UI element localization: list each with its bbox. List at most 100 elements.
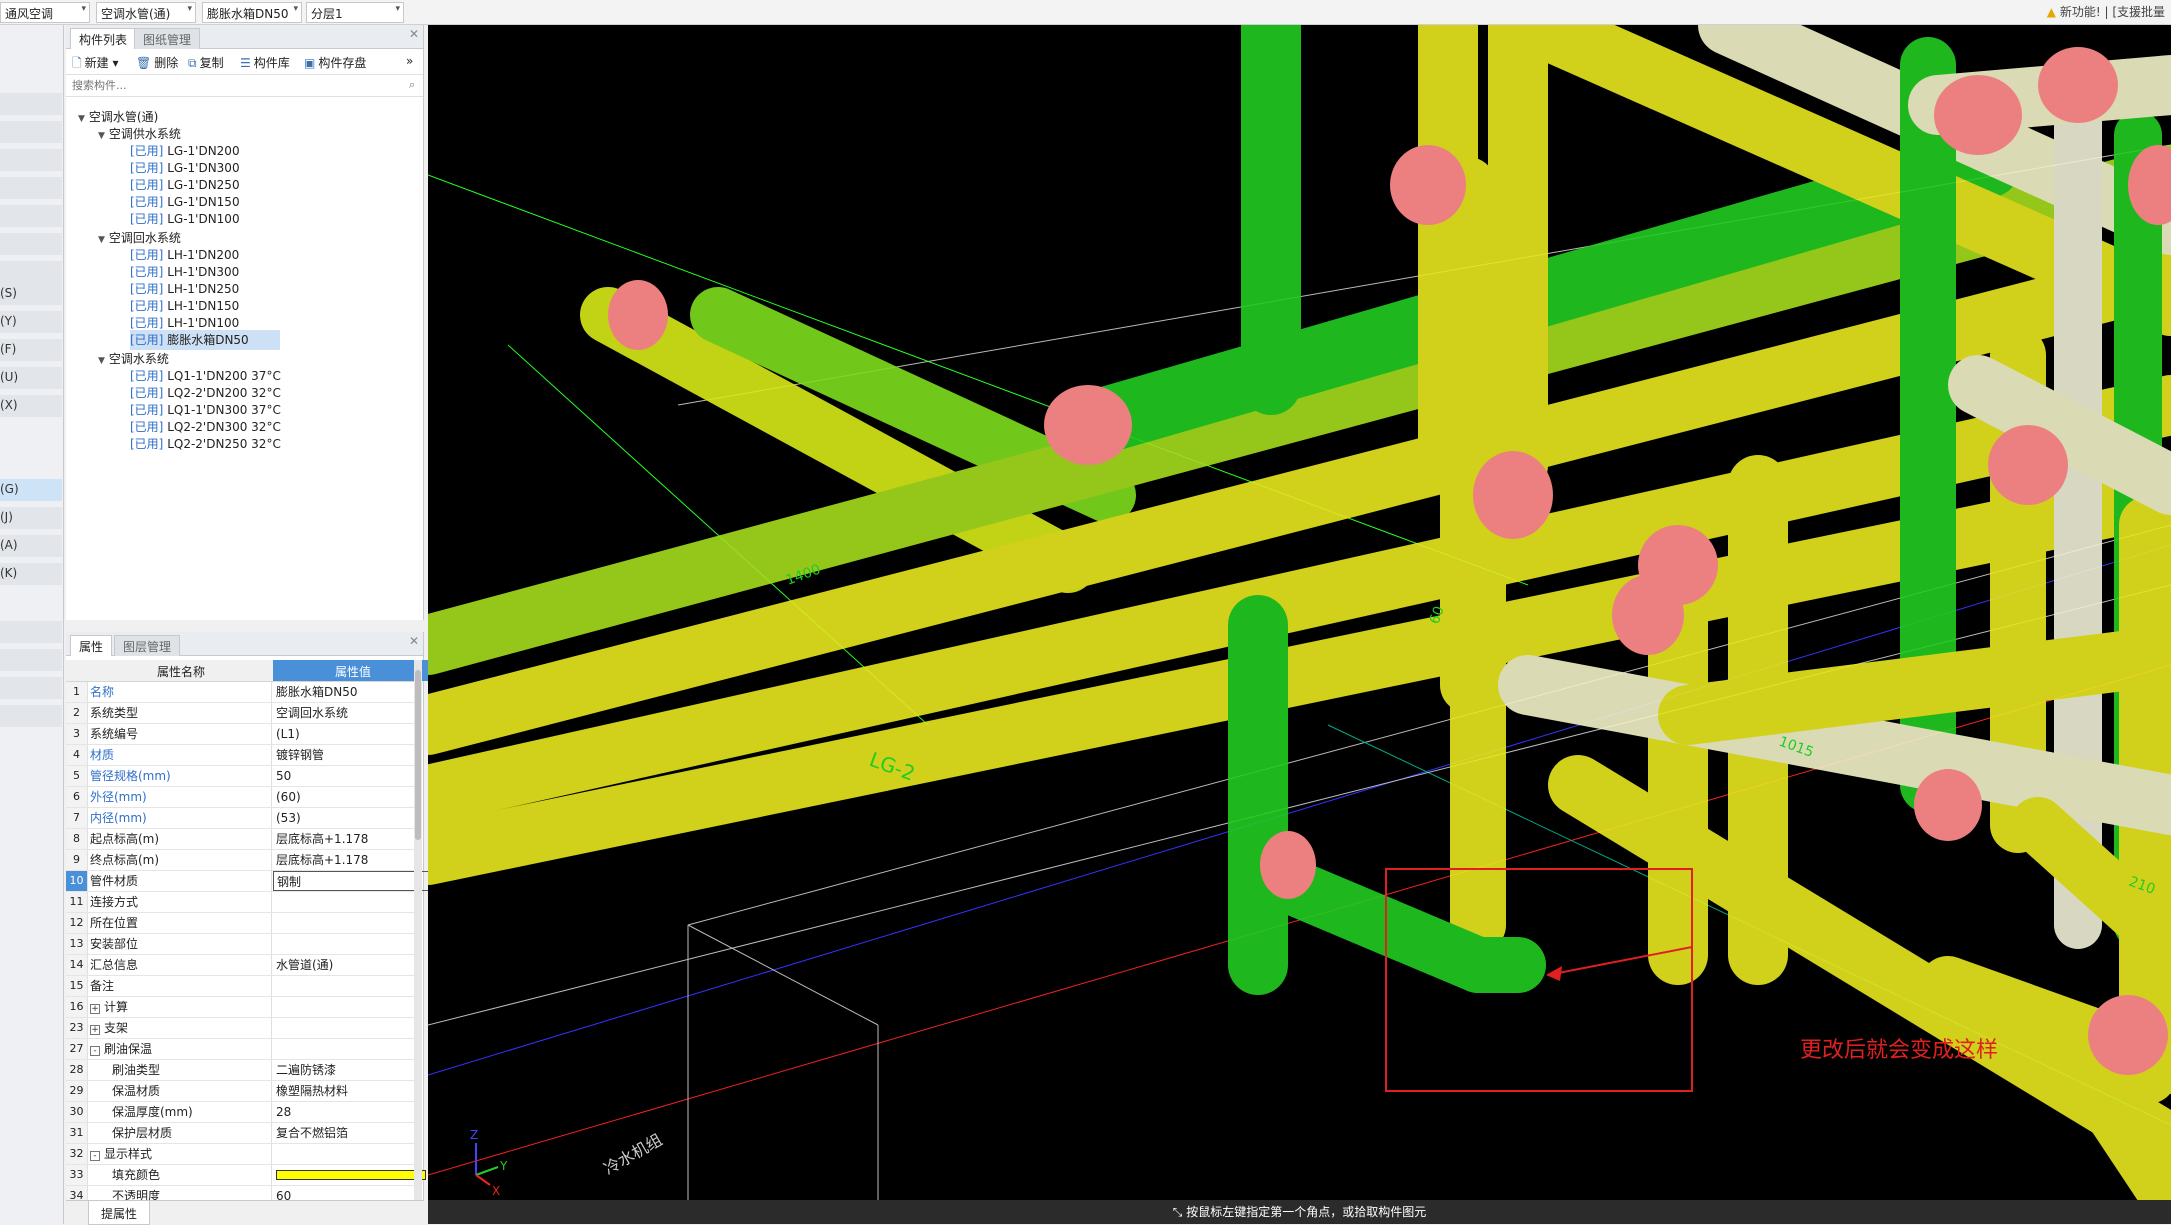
nav-row[interactable] <box>0 93 62 115</box>
property-row[interactable]: 7 内径(mm) (53) <box>66 808 460 829</box>
property-value[interactable] <box>273 913 433 933</box>
property-row[interactable]: 13 安装部位 <box>66 934 460 955</box>
expand-icon[interactable]: + <box>90 1025 100 1035</box>
property-value[interactable] <box>273 892 433 912</box>
property-value[interactable]: 28 <box>273 1102 433 1122</box>
property-row[interactable]: 8 起点标高(m) 层底标高+1.178 <box>66 829 460 850</box>
property-value[interactable]: 复合不燃铝箔 <box>273 1123 433 1143</box>
nav-item-y[interactable]: (Y) <box>0 311 62 333</box>
search-input[interactable] <box>66 75 406 95</box>
property-row[interactable]: 4 材质 镀锌钢管 <box>66 745 460 766</box>
property-row[interactable]: 5 管径规格(mm) 50 <box>66 766 460 787</box>
property-value[interactable]: 层底标高+1.178 <box>273 850 433 870</box>
property-row[interactable]: 12 所在位置 <box>66 913 460 934</box>
property-value[interactable]: 水管道(通) <box>273 955 433 975</box>
search-icon[interactable]: ⌕ <box>409 78 415 92</box>
nav-row[interactable] <box>0 233 62 255</box>
property-row[interactable]: 11 连接方式 <box>66 892 460 913</box>
property-value[interactable] <box>273 997 433 1017</box>
dropdown-component[interactable]: 膨胀水箱DN50 ▾ <box>202 2 302 23</box>
nav-row[interactable] <box>0 121 62 143</box>
property-value[interactable]: 二遍防锈漆 <box>273 1060 433 1080</box>
nav-row[interactable] <box>0 177 62 199</box>
property-value[interactable]: 层底标高+1.178 <box>273 829 433 849</box>
properties-scrollbar[interactable] <box>414 660 422 1200</box>
property-row[interactable]: 33 填充颜色 <box>66 1165 426 1186</box>
property-row[interactable]: 27- 刷油保温 <box>66 1039 414 1060</box>
tab-properties[interactable]: 属性 <box>70 635 113 656</box>
dropdown-type[interactable]: 空调水管(通) ▾ <box>96 2 196 23</box>
property-value[interactable] <box>273 1144 433 1164</box>
property-value[interactable]: 橡塑隔热材料 <box>273 1081 433 1101</box>
tab-drawing-management[interactable]: 图纸管理 <box>134 28 201 49</box>
property-row[interactable]: 30 保温厚度(mm) 28 <box>66 1102 460 1123</box>
library-button[interactable]: ☰ 构件库 <box>240 54 290 71</box>
nav-item-s[interactable]: (S) <box>0 283 62 305</box>
scrollbar-thumb[interactable] <box>415 670 421 840</box>
color-swatch[interactable] <box>276 1170 426 1180</box>
collapse-icon[interactable]: - <box>90 1151 100 1161</box>
nav-row[interactable] <box>0 149 62 171</box>
new-button[interactable]: 🗋 新建 ▾ <box>72 54 119 75</box>
property-value[interactable]: (53) <box>273 808 433 828</box>
nav-row[interactable] <box>0 649 62 671</box>
property-value[interactable] <box>273 1018 433 1038</box>
nav-item-f[interactable]: (F) <box>0 339 62 361</box>
3d-viewport[interactable]: LG-2 冷水机组 1400 1015 210 60 更改后就会变成这样 Z Y… <box>428 25 2171 1224</box>
delete-button[interactable]: 🗑 删除 <box>136 54 178 71</box>
nav-item-x[interactable]: (X) <box>0 395 62 417</box>
nav-item-a[interactable]: (A) <box>0 535 62 557</box>
property-row[interactable]: 3 系统编号 (L1) <box>66 724 460 745</box>
nav-row[interactable] <box>0 261 62 283</box>
property-value[interactable]: 50 <box>273 766 433 786</box>
property-row[interactable]: 15 备注 <box>66 976 460 997</box>
property-row[interactable]: 16 + 计算 <box>66 997 414 1018</box>
property-row[interactable]: 28 刷油类型 二遍防锈漆 <box>66 1060 460 1081</box>
nav-item-u[interactable]: (U) <box>0 367 62 389</box>
archive-button[interactable]: ▣ 构件存盘 <box>304 54 366 71</box>
property-row[interactable]: 32- 显示样式 <box>66 1144 414 1165</box>
copy-button[interactable]: ⧉ 复制 <box>188 54 224 71</box>
collapse-icon[interactable]: - <box>90 1046 100 1056</box>
property-row[interactable]: 9 终点标高(m) 层底标高+1.178 <box>66 850 460 871</box>
dropdown-floor[interactable]: 分层1 ▾ <box>306 2 404 23</box>
property-row[interactable]: 6 外径(mm) (60) <box>66 787 460 808</box>
nav-row[interactable] <box>0 705 62 727</box>
property-value[interactable] <box>273 1039 433 1059</box>
expand-icon[interactable]: + <box>90 1004 100 1014</box>
property-row[interactable]: 29 保温材质 橡塑隔热材料 <box>66 1081 460 1102</box>
property-name: 材质 <box>90 745 272 765</box>
tree-item[interactable]: [已用] LG-1'DN100 <box>130 209 240 229</box>
property-value[interactable]: 钢制 <box>273 871 433 891</box>
property-value[interactable]: (L1) <box>273 724 433 744</box>
property-value[interactable]: 镀锌钢管 <box>273 745 433 765</box>
property-value[interactable] <box>273 934 433 954</box>
property-row[interactable]: 14 汇总信息 水管道(通) <box>66 955 460 976</box>
tab-layer-management[interactable]: 图层管理 <box>114 635 181 656</box>
property-value[interactable] <box>273 976 433 996</box>
tab-component-list[interactable]: 构件列表 <box>70 28 137 49</box>
more-icon[interactable]: » <box>406 54 413 68</box>
nav-row[interactable] <box>0 677 62 699</box>
nav-row[interactable] <box>0 621 62 643</box>
tree-item[interactable]: [已用] LQ2-2'DN250 32°C <box>130 434 281 454</box>
property-row[interactable]: 31 保护层材质 复合不燃铝箔 <box>66 1123 460 1144</box>
property-value[interactable] <box>273 1165 433 1185</box>
close-icon[interactable]: ✕ <box>409 634 419 648</box>
property-value[interactable]: 空调回水系统 <box>273 703 433 723</box>
property-row[interactable]: 23 + 支架 <box>66 1018 414 1039</box>
nav-row[interactable] <box>0 205 62 227</box>
dropdown-discipline[interactable]: 通风空调 ▾ <box>0 2 90 23</box>
property-value[interactable]: (60) <box>273 787 433 807</box>
property-row[interactable]: 1 名称 膨胀水箱DN50 <box>66 682 414 703</box>
notice-area[interactable]: ▲ 新功能! | [支援批量 <box>2047 3 2165 20</box>
tab-extract-properties[interactable]: 提属性 <box>88 1201 151 1225</box>
tree-item-selected[interactable]: [已用] 膨胀水箱DN50 <box>130 330 280 350</box>
property-row[interactable]: 10 管件材质 钢制 <box>66 871 460 892</box>
nav-item-k[interactable]: (K) <box>0 563 62 585</box>
property-value[interactable]: 膨胀水箱DN50 <box>273 682 433 702</box>
property-row[interactable]: 2 系统类型 空调回水系统 <box>66 703 460 724</box>
nav-item-g[interactable]: (G) <box>0 479 62 501</box>
nav-item-j[interactable]: (J) <box>0 507 62 529</box>
close-icon[interactable]: ✕ <box>409 27 419 41</box>
